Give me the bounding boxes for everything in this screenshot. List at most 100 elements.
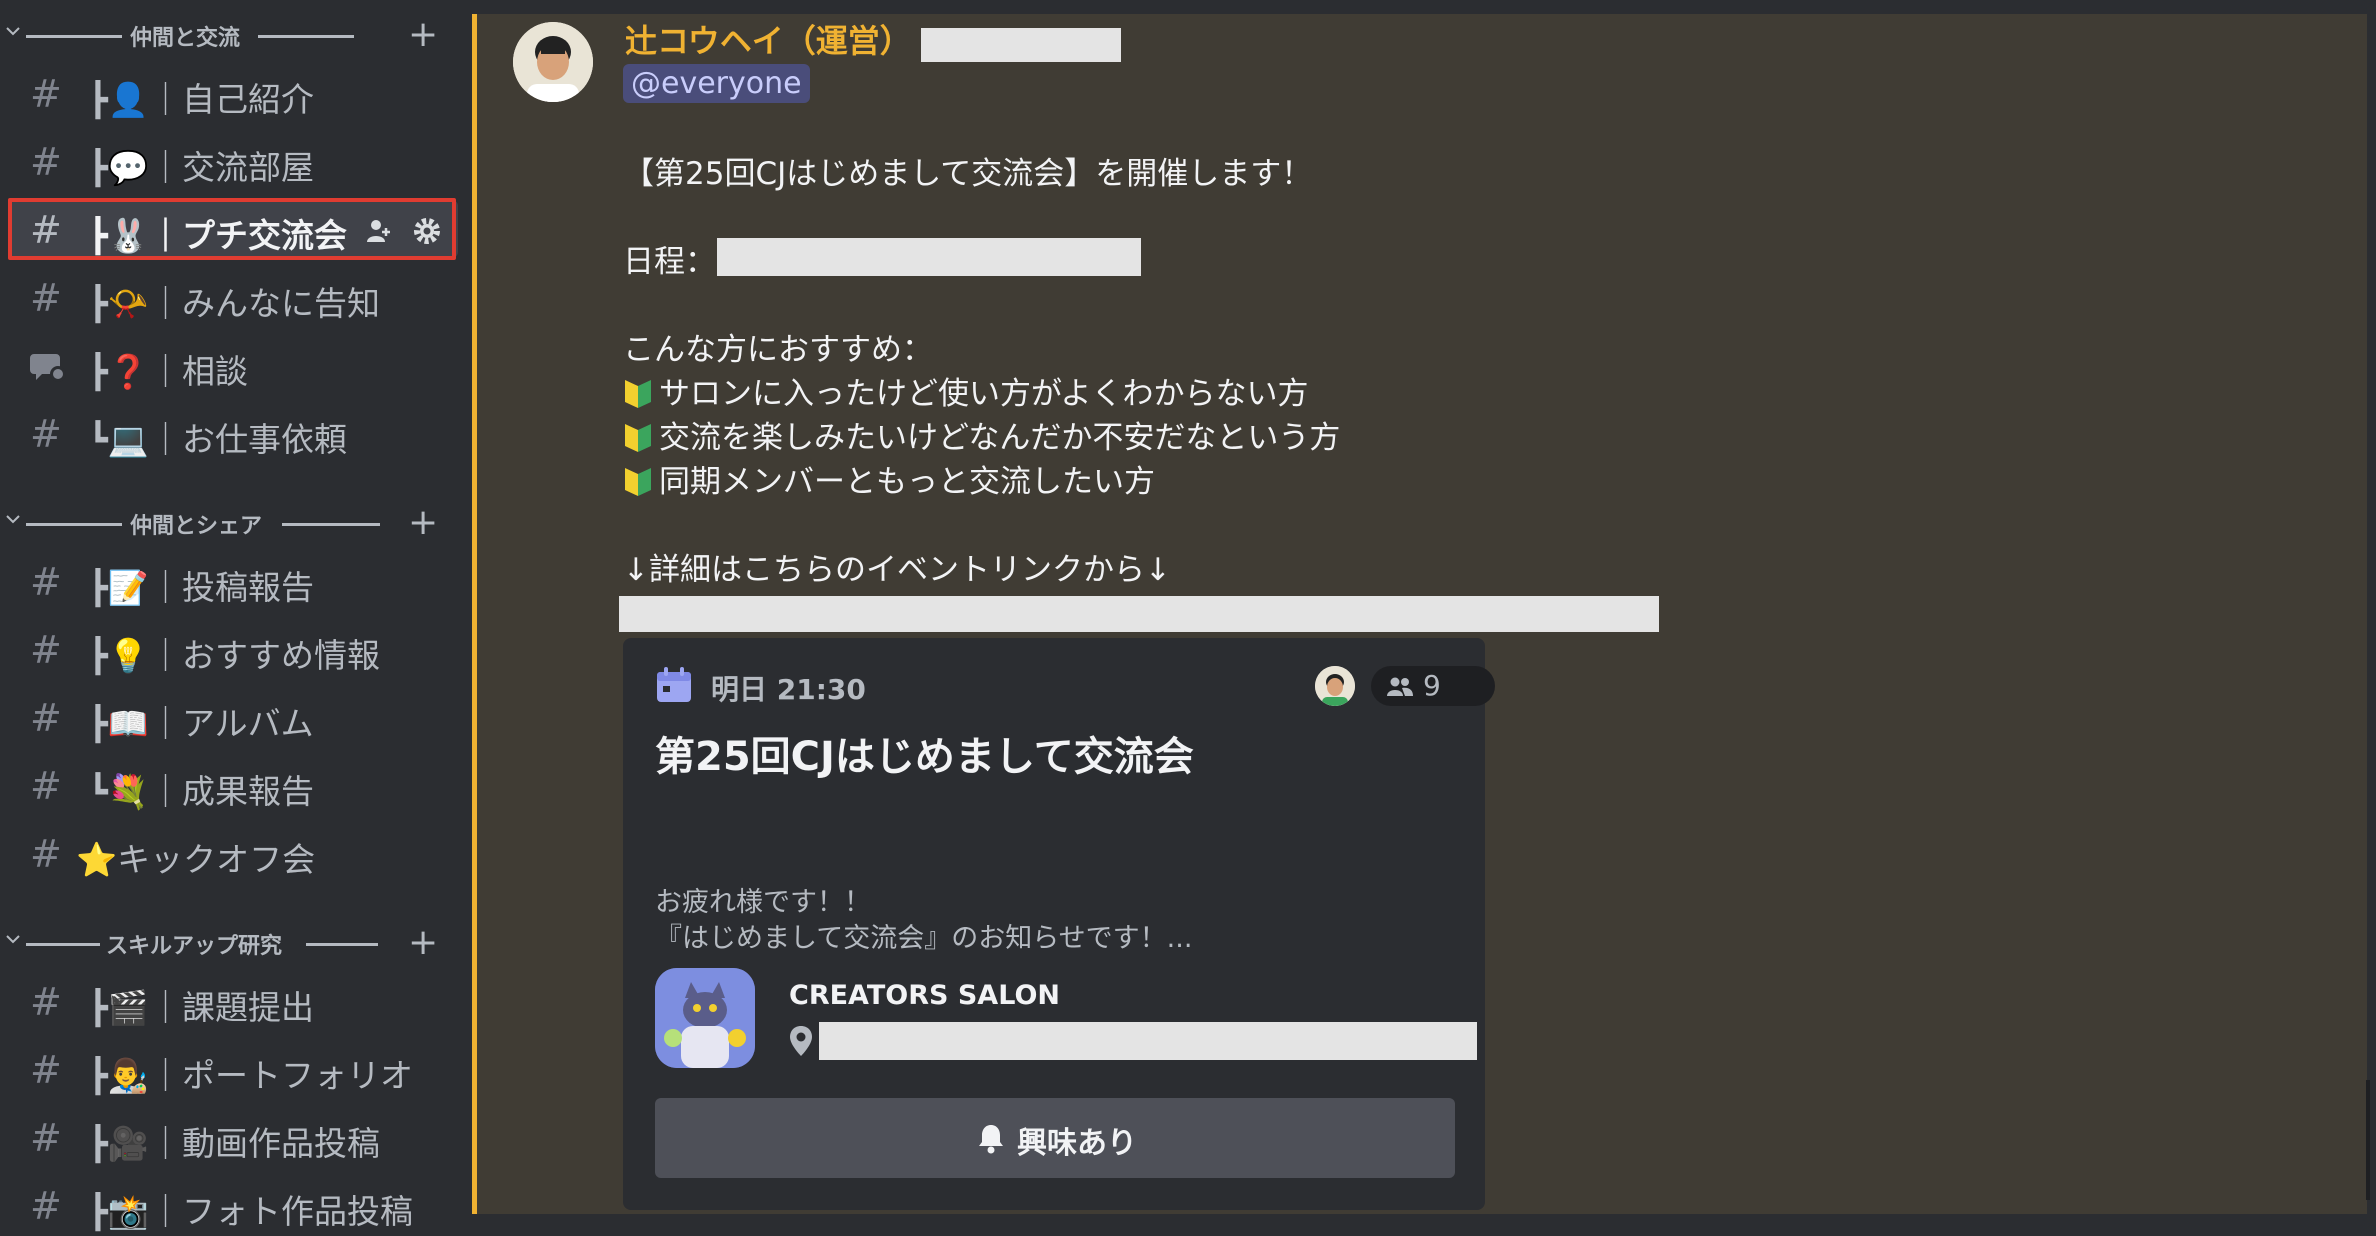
hash-icon: #	[30, 72, 62, 116]
channel-自己紹介[interactable]: # ┣👤｜自己紹介	[8, 64, 458, 122]
event-embed-card[interactable]: 明日 21:30 9 第25回CJはじめまして交流会 お疲れ様です！！ 『はじめ…	[623, 638, 1495, 1210]
channel-label: ┣💬｜交流部屋	[88, 148, 314, 187]
scrollbar[interactable]	[2366, 1080, 2370, 1200]
hash-icon: #	[30, 560, 62, 604]
channel-label: ┣👤｜自己紹介	[88, 80, 314, 119]
category-label: スキルアップ研究	[106, 934, 283, 959]
channel-キックオフ会[interactable]: # ⭐キックオフ会	[8, 824, 458, 882]
hash-icon: #	[30, 980, 62, 1024]
list-item-text: 同期メンバーともっと交流したい方	[659, 464, 1155, 500]
category-header-スキルアップ[interactable]: スキルアップ研究 +	[0, 925, 470, 962]
channel-交流部屋[interactable]: # ┣💬｜交流部屋	[8, 132, 458, 190]
bell-icon	[979, 1125, 1003, 1154]
channel-label: ┣💡｜おすすめ情報	[88, 636, 380, 675]
channel-label: ┣📸｜フォト作品投稿	[88, 1192, 413, 1231]
channel-アルバム[interactable]: # ┣📖｜アルバム	[8, 688, 458, 746]
message-text: 【第25回CJはじめまして交流会】を開催します！	[623, 156, 1313, 192]
channel-label: ⭐キックオフ会	[76, 840, 316, 879]
server-icon[interactable]	[655, 968, 755, 1068]
hash-icon: #	[30, 832, 62, 876]
location-pin-icon	[790, 1026, 812, 1056]
attendee-count-pill[interactable]: 9	[1371, 666, 1495, 706]
channel-おすすめ情報[interactable]: # ┣💡｜おすすめ情報	[8, 620, 458, 678]
category-header-シェア[interactable]: 仲間とシェア +	[0, 505, 470, 542]
channel-label: ┗💐｜成果報告	[88, 772, 314, 811]
list-item-text: サロンに入ったけど使い方がよくわからない方	[659, 376, 1309, 412]
beginner-mark-icon	[625, 380, 651, 408]
category-divider	[282, 523, 380, 526]
people-icon	[1387, 677, 1413, 696]
add-channel-button[interactable]: +	[408, 17, 438, 53]
list-item: サロンに入ったけど使い方がよくわからない方	[623, 368, 1308, 413]
add-channel-button[interactable]: +	[408, 505, 438, 541]
hash-icon: #	[30, 628, 62, 672]
channel-相談[interactable]: ┣❓｜相談	[8, 336, 458, 394]
channel-みんなに告知[interactable]: # ┣📯｜みんなに告知	[8, 268, 458, 326]
channel-投稿報告[interactable]: # ┣📝｜投稿報告	[8, 552, 458, 610]
channel-フォト作品投稿[interactable]: # ┣📸｜フォト作品投稿	[8, 1176, 458, 1234]
category-label: 仲間とシェア	[130, 514, 263, 539]
hash-icon: #	[30, 764, 62, 808]
channel-label: ┣👨‍🎨｜ポートフォリオ	[88, 1056, 413, 1095]
category-divider	[258, 35, 354, 38]
redacted-link[interactable]	[619, 596, 1659, 632]
event-title[interactable]: 第25回CJはじめまして交流会	[655, 724, 1194, 782]
redacted-block	[921, 28, 1121, 62]
hash-icon: #	[30, 276, 62, 320]
mention-everyone[interactable]: @everyone	[623, 64, 810, 103]
channel-課題提出[interactable]: # ┣🎬｜課題提出	[8, 972, 458, 1030]
hash-icon: #	[30, 140, 62, 184]
channel-sidebar: 仲間と交流 + # ┣👤｜自己紹介 # ┣💬｜交流部屋 # ┣🐰｜プチ交流会 #…	[0, 0, 470, 1236]
server-name[interactable]: CREATORS SALON	[789, 980, 1060, 1011]
list-item: 交流を楽しみたいけどなんだか不安だなという方	[623, 412, 1340, 457]
hash-icon: #	[30, 412, 62, 456]
chevron-down-icon	[6, 27, 20, 36]
interested-button-label: 興味あり	[1017, 1126, 1137, 1161]
message-text: 日程：	[623, 244, 716, 280]
selection-highlight	[8, 198, 456, 260]
channel-label: ┗💻｜お仕事依頼	[88, 420, 347, 459]
channel-label: ┣🎬｜課題提出	[88, 988, 314, 1027]
category-divider	[26, 943, 100, 946]
attendee-count: 9	[1423, 669, 1441, 702]
channel-label: ┣❓｜相談	[88, 352, 248, 391]
list-item-text: 交流を楽しみたいけどなんだか不安だなという方	[659, 420, 1341, 456]
calendar-icon	[657, 667, 691, 702]
event-description: お疲れ様です！！	[655, 887, 871, 918]
redacted-block	[717, 238, 1141, 276]
chevron-down-icon	[6, 935, 20, 944]
channel-成果報告[interactable]: # ┗💐｜成果報告	[8, 756, 458, 814]
list-item: 同期メンバーともっと交流したい方	[623, 456, 1155, 501]
add-channel-button[interactable]: +	[408, 925, 438, 961]
interested-button[interactable]: 興味あり	[655, 1098, 1455, 1178]
hash-icon: #	[30, 1184, 62, 1228]
category-label: 仲間と交流	[130, 26, 241, 51]
message-area: 辻コウヘイ（運営） @everyone 【第25回CJはじめまして交流会】を開催…	[472, 14, 2367, 1214]
host-avatar[interactable]	[1315, 666, 1355, 706]
hash-icon: #	[30, 1048, 62, 1092]
event-time: 明日 21:30	[711, 673, 866, 706]
message-text: ↓詳細はこちらのイベントリンクから↓	[623, 552, 1171, 588]
beginner-mark-icon	[625, 424, 651, 452]
category-divider	[306, 943, 378, 946]
channel-お仕事依頼[interactable]: # ┗💻｜お仕事依頼	[8, 404, 458, 462]
channel-label: ┣🎥｜動画作品投稿	[88, 1124, 380, 1163]
channel-動画作品投稿[interactable]: # ┣🎥｜動画作品投稿	[8, 1108, 458, 1166]
hash-icon: #	[30, 1116, 62, 1160]
beginner-mark-icon	[625, 468, 651, 496]
channel-label: ┣📯｜みんなに告知	[88, 284, 380, 323]
category-header-交流[interactable]: 仲間と交流 +	[0, 17, 470, 54]
author-name[interactable]: 辻コウヘイ（運営）	[625, 16, 912, 62]
category-divider	[26, 523, 122, 526]
channel-label: ┣📖｜アルバム	[88, 704, 314, 743]
hash-icon: #	[30, 696, 62, 740]
redacted-location	[819, 1022, 1477, 1060]
channel-ポートフォリオ[interactable]: # ┣👨‍🎨｜ポートフォリオ	[8, 1040, 458, 1098]
event-description: 『はじめまして交流会』のお知らせです！...	[655, 923, 1193, 954]
author-avatar[interactable]	[513, 22, 593, 102]
message-text: こんな方におすすめ：	[623, 332, 933, 368]
chevron-down-icon	[6, 515, 20, 524]
category-divider	[26, 35, 122, 38]
channel-label: ┣📝｜投稿報告	[88, 568, 314, 607]
forum-icon	[30, 354, 66, 382]
